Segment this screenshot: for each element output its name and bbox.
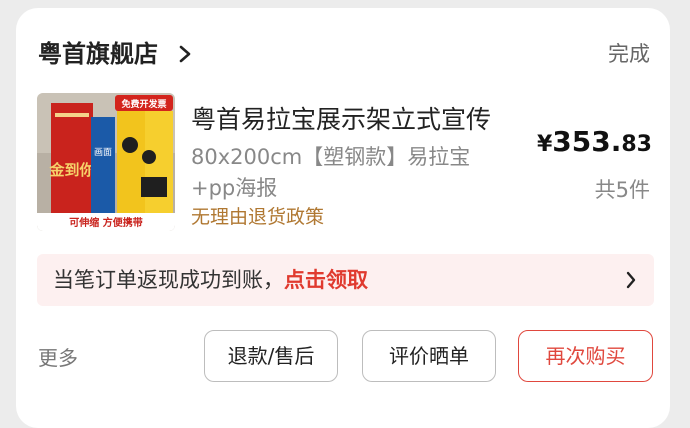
more-button[interactable]: 更多 — [38, 344, 78, 372]
item-quantity: 共5件 — [594, 178, 650, 202]
order-card: 粤首旗舰店 完成 金到你 画面 免费开发票 可伸缩 方便携带 粤首易拉宝展示架立… — [16, 8, 670, 428]
rebuy-button[interactable]: 再次购买 — [518, 330, 653, 382]
product-spec-line: 80x200cm【塑钢款】易拉宝 — [191, 145, 471, 169]
image-bottom-text: 可伸缩 方便携带 — [69, 216, 142, 229]
product-spec: 80x200cm【塑钢款】易拉宝 +pp海报 — [191, 142, 491, 204]
review-button[interactable]: 评价晒单 — [362, 330, 496, 382]
cashback-message: 当笔订单返现成功到账， — [53, 268, 284, 292]
product-spec-line: +pp海报 — [191, 176, 278, 200]
cashback-text: 当笔订单返现成功到账，点击领取 — [53, 266, 368, 294]
price-integer: 353. — [552, 125, 622, 158]
product-image[interactable]: 金到你 画面 免费开发票 可伸缩 方便携带 — [37, 93, 175, 231]
image-badge-text: 免费开发票 — [121, 98, 166, 110]
product-price: ¥353.83 — [537, 125, 652, 163]
refund-button[interactable]: 退款/售后 — [204, 330, 338, 382]
done-button[interactable]: 完成 — [608, 40, 650, 68]
store-name[interactable]: 粤首旗舰店 — [38, 39, 158, 69]
chevron-right-icon[interactable] — [626, 271, 636, 289]
sign-middle-text: 画面 — [94, 147, 112, 158]
product-title[interactable]: 粤首易拉宝展示架立式宣传 — [191, 103, 531, 137]
price-decimal: 83 — [621, 132, 652, 157]
cashback-banner[interactable]: 当笔订单返现成功到账，点击领取 — [37, 254, 654, 306]
chevron-right-icon[interactable] — [178, 44, 192, 64]
cashback-claim-link[interactable]: 点击领取 — [284, 268, 368, 292]
price-currency: ¥ — [536, 132, 553, 157]
return-policy-tag: 无理由退货政策 — [191, 206, 325, 228]
sign-left-text: 金到你 — [48, 161, 94, 179]
